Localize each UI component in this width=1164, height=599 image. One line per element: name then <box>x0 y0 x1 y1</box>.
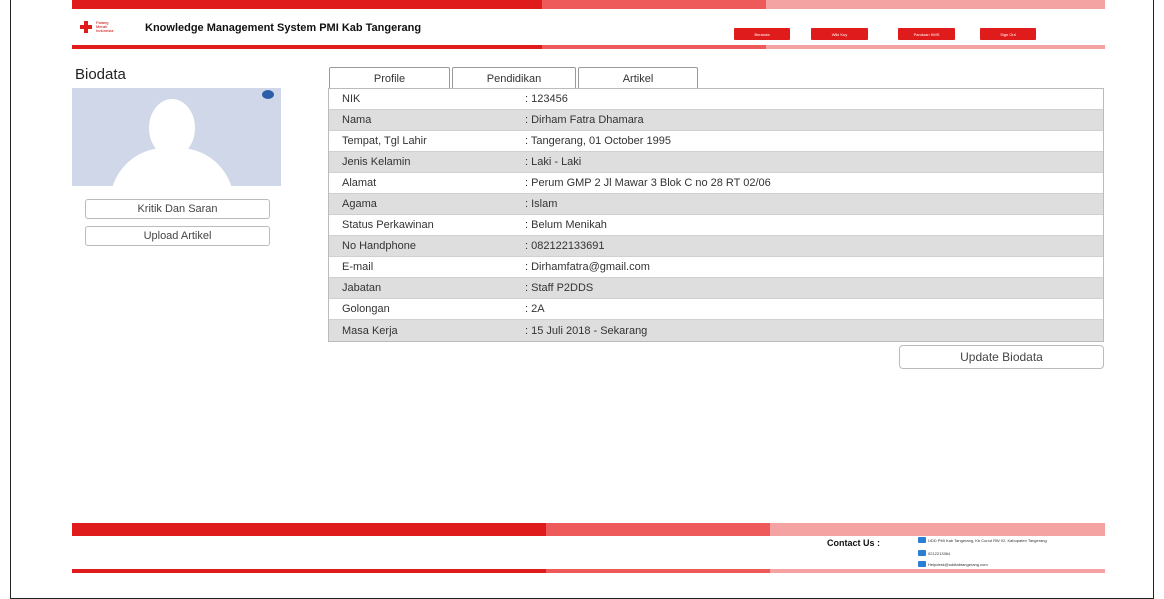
app-title: Knowledge Management System PMI Kab Tang… <box>145 22 422 34</box>
location-icon <box>918 537 926 543</box>
upload-artikel-button[interactable]: Upload Artikel <box>85 226 270 246</box>
nav-wiki-button[interactable]: Wiki Kuy <box>811 28 868 40</box>
row-label: Alamat <box>342 177 377 189</box>
table-row: E-mail : Dirhamfatra@gmail.com <box>329 257 1103 278</box>
table-row: Jenis Kelamin : Laki - Laki <box>329 152 1103 173</box>
phone-icon <box>918 550 926 556</box>
row-label: No Handphone <box>342 240 417 252</box>
row-value: : 2A <box>525 303 545 315</box>
table-row: Nama : Dirham Fatra Dhamara <box>329 110 1103 131</box>
red-cross-icon <box>80 21 92 33</box>
row-value: : 15 Juli 2018 - Sekarang <box>525 324 648 337</box>
kritik-saran-button[interactable]: Kritik Dan Saran <box>85 199 270 219</box>
row-label: Jabatan <box>342 282 382 294</box>
header: Palang Merah Indonesia Knowledge Managem… <box>72 9 1105 45</box>
tab-profile[interactable]: Profile <box>329 67 450 89</box>
row-label: Jenis Kelamin <box>342 156 411 168</box>
logo-text: Palang Merah Indonesia <box>96 20 114 33</box>
row-value: : Perum GMP 2 Jl Mawar 3 Blok C no 28 RT… <box>525 177 771 189</box>
row-label: Status Perkawinan <box>342 219 434 231</box>
row-value: : 082122133691 <box>525 240 605 252</box>
email-text[interactable]: Helpdesk@uddtabtangerang.com <box>928 562 988 567</box>
nav-signout-button[interactable]: Sign Out <box>980 28 1036 40</box>
table-row: Jabatan : Staff P2DDS <box>329 278 1103 299</box>
row-label: NIK <box>342 93 361 105</box>
row-value: : Islam <box>525 198 558 210</box>
table-row: Masa Kerja : 15 Juli 2018 - Sekarang <box>329 320 1103 341</box>
table-row: Agama : Islam <box>329 194 1103 215</box>
profile-table: NIK : 123456 Nama : Dirham Fatra Dhamara T… <box>328 88 1104 342</box>
header-stripe <box>72 0 1105 9</box>
email-icon <box>918 561 926 567</box>
row-value: : Tangerang, 01 October 1995 <box>525 135 671 147</box>
phone-text: 0212213364 <box>928 550 951 556</box>
avatar <box>72 88 281 186</box>
row-value: : Staff P2DDS <box>525 282 594 294</box>
tab-artikel[interactable]: Artikel <box>578 67 698 89</box>
table-row: Status Perkawinan : Belum Menikah <box>329 215 1103 236</box>
nav-beranda-button[interactable]: Beranda <box>734 28 790 40</box>
row-label: Nama <box>342 114 372 126</box>
header-bottom-stripe <box>72 45 1105 49</box>
logo: Palang Merah Indonesia <box>80 21 118 33</box>
page-title: Biodata <box>75 66 126 83</box>
row-value: : Dirham Fatra Dhamara <box>525 114 644 126</box>
table-row: Golongan : 2A <box>329 299 1103 320</box>
table-row: NIK : 123456 <box>329 89 1103 110</box>
gear-icon[interactable] <box>262 90 274 99</box>
contact-label: Contact Us : <box>827 538 881 548</box>
row-label: E-mail <box>342 261 374 273</box>
row-label: Masa Kerja <box>342 324 398 337</box>
nav-panduan-button[interactable]: Panduan KMS <box>898 28 955 40</box>
row-value: : Laki - Laki <box>525 156 582 168</box>
address-text: UDD PMI Kab Tangerang, Kb Cunut RW 02, K… <box>928 537 1047 543</box>
table-row: Tempat, Tgl Lahir : Tangerang, 01 October… <box>329 131 1103 152</box>
table-row: No Handphone : 082122133691 <box>329 236 1103 257</box>
row-label: Golongan <box>342 303 390 315</box>
row-value: : Belum Menikah <box>525 219 607 231</box>
row-value: : Dirhamfatra@gmail.com <box>525 261 650 273</box>
contact-email: Helpdesk@uddtabtangerang.com <box>918 561 988 567</box>
table-row: Alamat : Perum GMP 2 Jl Mawar 3 Blok C no… <box>329 173 1103 194</box>
row-label: Tempat, Tgl Lahir <box>342 135 427 147</box>
row-value: : 123456 <box>525 93 568 105</box>
update-biodata-button[interactable]: Update Biodata <box>899 345 1104 369</box>
contact-address: UDD PMI Kab Tangerang, Kb Cunut RW 02, K… <box>918 537 1103 543</box>
contact-phone: 0212213364 <box>918 550 950 556</box>
tab-pendidikan[interactable]: Pendidikan <box>452 67 576 89</box>
profile-tabs: Profile Pendidikan Artikel <box>329 67 700 89</box>
row-label: Agama <box>342 198 377 210</box>
